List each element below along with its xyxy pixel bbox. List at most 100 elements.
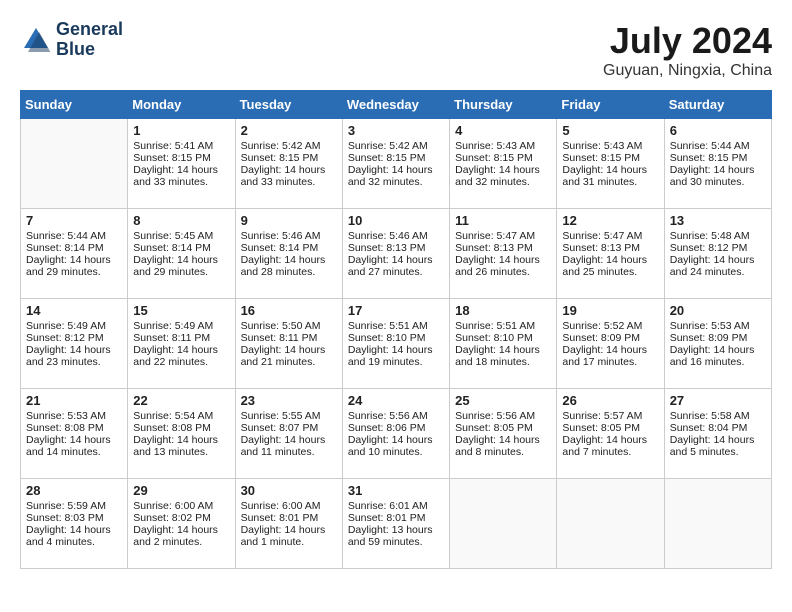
logo-icon	[20, 24, 52, 56]
calendar-cell: 26Sunrise: 5:57 AMSunset: 8:05 PMDayligh…	[557, 389, 664, 479]
daylight-text: Daylight: 14 hours and 27 minutes.	[348, 254, 444, 278]
daylight-text: Daylight: 14 hours and 31 minutes.	[562, 164, 658, 188]
daylight-text: Daylight: 14 hours and 7 minutes.	[562, 434, 658, 458]
daylight-text: Daylight: 14 hours and 25 minutes.	[562, 254, 658, 278]
calendar-cell: 9Sunrise: 5:46 AMSunset: 8:14 PMDaylight…	[235, 209, 342, 299]
day-number: 19	[562, 303, 658, 318]
day-number: 1	[133, 123, 229, 138]
sunset-text: Sunset: 8:09 PM	[562, 332, 658, 344]
daylight-text: Daylight: 14 hours and 26 minutes.	[455, 254, 551, 278]
sunset-text: Sunset: 8:14 PM	[241, 242, 337, 254]
calendar-cell: 8Sunrise: 5:45 AMSunset: 8:14 PMDaylight…	[128, 209, 235, 299]
title-area: July 2024 Guyuan, Ningxia, China	[603, 20, 772, 80]
daylight-text: Daylight: 14 hours and 10 minutes.	[348, 434, 444, 458]
calendar-cell	[450, 479, 557, 569]
daylight-text: Daylight: 14 hours and 29 minutes.	[133, 254, 229, 278]
calendar-cell: 22Sunrise: 5:54 AMSunset: 8:08 PMDayligh…	[128, 389, 235, 479]
day-number: 6	[670, 123, 766, 138]
sunset-text: Sunset: 8:01 PM	[348, 512, 444, 524]
day-number: 13	[670, 213, 766, 228]
day-number: 26	[562, 393, 658, 408]
day-number: 15	[133, 303, 229, 318]
day-number: 3	[348, 123, 444, 138]
sunset-text: Sunset: 8:15 PM	[455, 152, 551, 164]
day-number: 21	[26, 393, 122, 408]
calendar-cell: 6Sunrise: 5:44 AMSunset: 8:15 PMDaylight…	[664, 119, 771, 209]
sunrise-text: Sunrise: 5:49 AM	[133, 320, 229, 332]
calendar-cell: 13Sunrise: 5:48 AMSunset: 8:12 PMDayligh…	[664, 209, 771, 299]
day-number: 27	[670, 393, 766, 408]
sunrise-text: Sunrise: 5:58 AM	[670, 410, 766, 422]
daylight-text: Daylight: 14 hours and 18 minutes.	[455, 344, 551, 368]
month-title: July 2024	[603, 20, 772, 62]
sunset-text: Sunset: 8:15 PM	[562, 152, 658, 164]
sunrise-text: Sunrise: 5:41 AM	[133, 140, 229, 152]
weekday-header-cell: Thursday	[450, 91, 557, 119]
calendar-cell	[557, 479, 664, 569]
sunrise-text: Sunrise: 5:49 AM	[26, 320, 122, 332]
day-number: 20	[670, 303, 766, 318]
sunset-text: Sunset: 8:10 PM	[455, 332, 551, 344]
weekday-header-cell: Saturday	[664, 91, 771, 119]
day-number: 7	[26, 213, 122, 228]
weekday-header-cell: Monday	[128, 91, 235, 119]
sunset-text: Sunset: 8:06 PM	[348, 422, 444, 434]
sunrise-text: Sunrise: 5:42 AM	[241, 140, 337, 152]
day-number: 4	[455, 123, 551, 138]
calendar-body: 1Sunrise: 5:41 AMSunset: 8:15 PMDaylight…	[21, 119, 772, 569]
sunrise-text: Sunrise: 5:48 AM	[670, 230, 766, 242]
calendar-week-row: 21Sunrise: 5:53 AMSunset: 8:08 PMDayligh…	[21, 389, 772, 479]
location-title: Guyuan, Ningxia, China	[603, 62, 772, 80]
calendar-cell: 16Sunrise: 5:50 AMSunset: 8:11 PMDayligh…	[235, 299, 342, 389]
calendar-cell: 14Sunrise: 5:49 AMSunset: 8:12 PMDayligh…	[21, 299, 128, 389]
day-number: 2	[241, 123, 337, 138]
weekday-header-cell: Sunday	[21, 91, 128, 119]
day-number: 23	[241, 393, 337, 408]
day-number: 30	[241, 483, 337, 498]
day-number: 25	[455, 393, 551, 408]
sunrise-text: Sunrise: 5:51 AM	[348, 320, 444, 332]
calendar-cell: 19 Sunrise: 5:52 AMSunset: 8:09 PMDayligh…	[557, 299, 664, 389]
daylight-text: Daylight: 14 hours and 8 minutes.	[455, 434, 551, 458]
daylight-text: Daylight: 14 hours and 1 minute.	[241, 524, 337, 548]
sunrise-text: Sunrise: 5:52 AM	[562, 320, 658, 332]
calendar-cell: 31Sunrise: 6:01 AMSunset: 8:01 PMDayligh…	[342, 479, 449, 569]
calendar-cell: 29Sunrise: 6:00 AMSunset: 8:02 PMDayligh…	[128, 479, 235, 569]
daylight-text: Daylight: 14 hours and 16 minutes.	[670, 344, 766, 368]
sunrise-text: Sunrise: 5:59 AM	[26, 500, 122, 512]
logo: General Blue	[20, 20, 123, 60]
daylight-text: Daylight: 14 hours and 19 minutes.	[348, 344, 444, 368]
calendar-cell: 17Sunrise: 5:51 AMSunset: 8:10 PMDayligh…	[342, 299, 449, 389]
daylight-text: Daylight: 14 hours and 21 minutes.	[241, 344, 337, 368]
weekday-header-cell: Wednesday	[342, 91, 449, 119]
day-number: 28	[26, 483, 122, 498]
calendar-cell: 1Sunrise: 5:41 AMSunset: 8:15 PMDaylight…	[128, 119, 235, 209]
calendar-week-row: 1Sunrise: 5:41 AMSunset: 8:15 PMDaylight…	[21, 119, 772, 209]
sunset-text: Sunset: 8:12 PM	[670, 242, 766, 254]
weekday-header-cell: Tuesday	[235, 91, 342, 119]
calendar-week-row: 28Sunrise: 5:59 AMSunset: 8:03 PMDayligh…	[21, 479, 772, 569]
weekday-header-cell: Friday	[557, 91, 664, 119]
sunrise-text: Sunrise: 5:53 AM	[670, 320, 766, 332]
daylight-text: Daylight: 14 hours and 17 minutes.	[562, 344, 658, 368]
sunset-text: Sunset: 8:11 PM	[241, 332, 337, 344]
sunrise-text: Sunrise: 5:46 AM	[241, 230, 337, 242]
header: General Blue July 2024 Guyuan, Ningxia, …	[20, 20, 772, 80]
sunrise-text: Sunrise: 5:54 AM	[133, 410, 229, 422]
sunrise-text: Sunrise: 6:00 AM	[241, 500, 337, 512]
sunrise-text: Sunrise: 5:47 AM	[562, 230, 658, 242]
sunset-text: Sunset: 8:15 PM	[348, 152, 444, 164]
calendar-cell: 30Sunrise: 6:00 AMSunset: 8:01 PMDayligh…	[235, 479, 342, 569]
calendar-week-row: 14Sunrise: 5:49 AMSunset: 8:12 PMDayligh…	[21, 299, 772, 389]
sunrise-text: Sunrise: 5:46 AM	[348, 230, 444, 242]
sunrise-text: Sunrise: 6:01 AM	[348, 500, 444, 512]
day-number: 24	[348, 393, 444, 408]
sunset-text: Sunset: 8:02 PM	[133, 512, 229, 524]
daylight-text: Daylight: 14 hours and 32 minutes.	[348, 164, 444, 188]
sunrise-text: Sunrise: 5:44 AM	[26, 230, 122, 242]
sunset-text: Sunset: 8:11 PM	[133, 332, 229, 344]
daylight-text: Daylight: 14 hours and 13 minutes.	[133, 434, 229, 458]
sunset-text: Sunset: 8:05 PM	[562, 422, 658, 434]
calendar-cell: 27Sunrise: 5:58 AMSunset: 8:04 PMDayligh…	[664, 389, 771, 479]
day-number: 31	[348, 483, 444, 498]
